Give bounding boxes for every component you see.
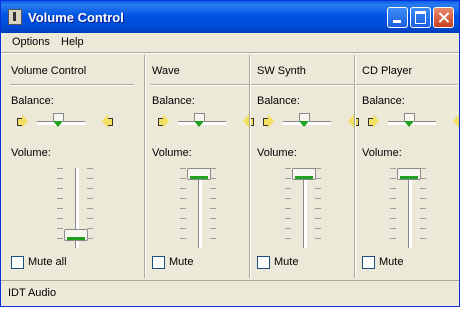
menu-help[interactable]: Help — [61, 36, 84, 48]
cd-player-column: CD Player Balance: Volume: Mute — [352, 55, 459, 278]
master-volume-column: Volume Control Balance: Volume: Mute all — [1, 55, 144, 278]
window-title: Volume Control — [28, 10, 124, 25]
menu-separator — [1, 52, 459, 54]
mute-label: Mute — [274, 256, 299, 268]
volume-label: Volume: — [11, 147, 51, 159]
column-title: Wave — [152, 65, 180, 77]
balance-thumb[interactable] — [194, 113, 205, 128]
balance-thumb[interactable] — [404, 113, 415, 128]
balance-label: Balance: — [152, 95, 195, 107]
volume-thumb[interactable] — [64, 229, 88, 241]
column-title: CD Player — [362, 65, 413, 77]
volume-track[interactable] — [303, 168, 307, 248]
balance-slider[interactable] — [263, 111, 359, 133]
mute-label: Mute — [169, 256, 194, 268]
minimize-button[interactable] — [387, 7, 408, 28]
column-title: Volume Control — [11, 65, 87, 77]
volume-slider[interactable] — [390, 168, 430, 248]
column-title: SW Synth — [257, 65, 306, 77]
volume-thumb[interactable] — [292, 168, 316, 180]
mute-all-checkbox[interactable] — [11, 256, 24, 269]
volume-label: Volume: — [362, 147, 402, 159]
left-speaker-icon — [158, 114, 169, 128]
status-bar: IDT Audio — [1, 280, 459, 306]
balance-label: Balance: — [11, 95, 54, 107]
volume-ticks-right — [420, 168, 426, 248]
mute-checkbox[interactable] — [362, 256, 375, 269]
volume-track[interactable] — [198, 168, 202, 248]
volume-thumb[interactable] — [397, 168, 421, 180]
mute-checkbox[interactable] — [257, 256, 270, 269]
volume-slider[interactable] — [57, 168, 97, 248]
mute-label: Mute — [379, 256, 404, 268]
balance-thumb[interactable] — [299, 113, 310, 128]
balance-slider[interactable] — [158, 111, 254, 133]
wave-column: Wave Balance: Volume: Mute — [142, 55, 363, 278]
volume-label: Volume: — [257, 147, 297, 159]
sw-synth-column: SW Synth Balance: Volume: Mute — [247, 55, 359, 278]
left-speaker-icon — [368, 114, 379, 128]
mute-checkbox[interactable] — [152, 256, 165, 269]
volume-ticks-left — [390, 168, 396, 248]
left-speaker-icon — [263, 114, 274, 128]
column-title-separator — [10, 84, 134, 86]
close-button[interactable] — [433, 7, 454, 28]
volume-ticks-left — [285, 168, 291, 248]
volume-ticks-left — [57, 168, 63, 248]
volume-track[interactable] — [408, 168, 412, 248]
volume-control-app-icon[interactable] — [8, 9, 22, 25]
balance-slider[interactable] — [17, 111, 113, 133]
column-title-separator — [361, 84, 457, 86]
balance-slider[interactable] — [368, 111, 459, 133]
maximize-button[interactable] — [410, 7, 431, 28]
volume-ticks-right — [210, 168, 216, 248]
menu-options[interactable]: Options — [12, 36, 50, 48]
volume-slider[interactable] — [285, 168, 325, 248]
volume-ticks-right — [315, 168, 321, 248]
balance-thumb[interactable] — [53, 113, 64, 128]
title-bar[interactable]: Volume Control — [1, 1, 459, 33]
mute-all-label: Mute all — [28, 256, 67, 268]
volume-slider[interactable] — [180, 168, 220, 248]
balance-label: Balance: — [257, 95, 300, 107]
left-speaker-icon — [17, 114, 28, 128]
volume-control-window: Volume Control Options Help Volume Contr… — [0, 0, 460, 307]
volume-label: Volume: — [152, 147, 192, 159]
volume-ticks-left — [180, 168, 186, 248]
volume-thumb[interactable] — [187, 168, 211, 180]
device-name: IDT Audio — [8, 287, 57, 299]
balance-label: Balance: — [362, 95, 405, 107]
right-speaker-icon — [102, 114, 113, 128]
menu-bar: Options Help — [1, 33, 459, 51]
